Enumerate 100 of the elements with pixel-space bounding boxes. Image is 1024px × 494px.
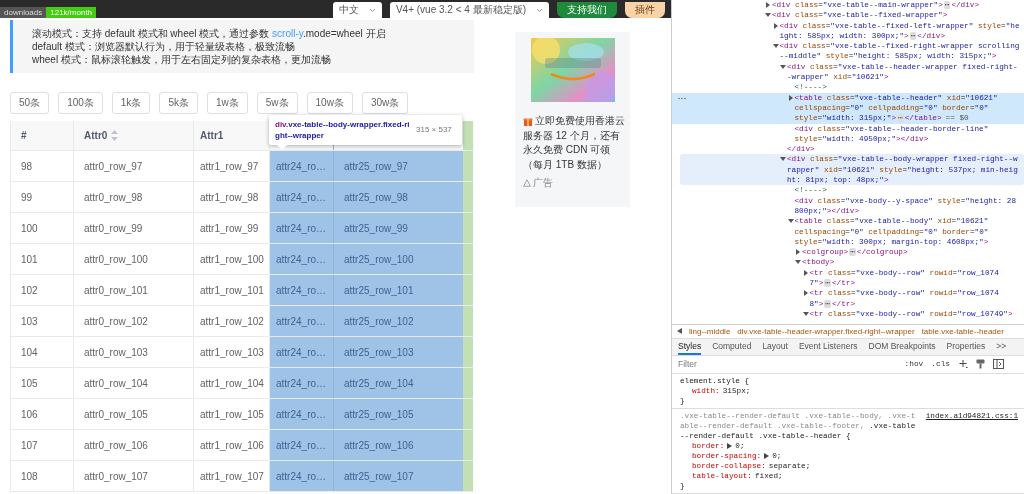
filter-field[interactable]: Filter [676, 359, 897, 370]
expand-triangle-icon[interactable] [787, 94, 794, 101]
table-cell: attr24_ro… [270, 461, 334, 491]
expand-triangle-icon[interactable] [787, 218, 794, 225]
breadcrumb-item[interactable]: div.vxe-table--header-wrapper.fixed-right--wrapper [737, 326, 915, 336]
padding-overlay [463, 151, 473, 181]
table-cell: attr24_ro… [270, 368, 334, 398]
expand-triangle-icon[interactable] [802, 310, 809, 317]
row-count-button[interactable]: 5w条 [256, 92, 298, 114]
expand-triangle-icon[interactable] [802, 269, 809, 276]
padding-overlay [463, 306, 473, 336]
tooltip-selector: div.vxe-table--body-wrapper.fixed-right--wrapper [275, 119, 410, 141]
table-cell: attr0_row_106 [74, 430, 194, 460]
chevron-down-icon [536, 7, 543, 13]
styles-pane-tab[interactable]: DOM Breakpoints [868, 339, 936, 355]
tooltip-size: 315 × 537 [416, 124, 452, 135]
row-count-button[interactable]: 100条 [58, 92, 103, 114]
sidebar-toggle-icon[interactable] [993, 359, 1004, 370]
padding-overlay [463, 461, 473, 491]
table-cell: 103 [11, 306, 74, 336]
info-text: default 模式：浏览器默认行为，用于轻量级表格，极致流畅 [32, 40, 296, 53]
table-cell: 102 [11, 275, 74, 305]
table-cell: attr24_ro… [270, 213, 334, 243]
downloads-label: downloads [0, 7, 47, 18]
table-cell: 105 [11, 368, 74, 398]
table-cell: 107 [11, 430, 74, 460]
downloads-count: 121k/month [46, 7, 97, 18]
table-cell: attr24_ro… [270, 399, 334, 429]
row-count-button[interactable]: 10w条 [306, 92, 353, 114]
styles-pane-tab[interactable]: Computed [712, 339, 752, 355]
styles-pane-tab[interactable]: Styles [678, 339, 702, 355]
breadcrumb-item[interactable]: table.vxe-table--header [921, 326, 1004, 336]
table-cell: attr0_row_105 [74, 399, 194, 429]
table-cell: 101 [11, 244, 74, 274]
styles-pane-tab[interactable]: Event Listeners [798, 339, 858, 355]
row-count-button[interactable]: 5k条 [159, 92, 198, 114]
row-count-button[interactable]: 30w条 [361, 92, 409, 114]
table-cell: attr0_row_101 [74, 275, 194, 305]
expand-triangle-icon[interactable] [772, 43, 779, 50]
table-cell: attr25_row_99 [334, 213, 463, 243]
column-header: # [11, 121, 74, 150]
padding-overlay [463, 430, 473, 460]
language-select[interactable]: V4+ (vue 3.2 < 4 最新稳定版) [389, 2, 549, 18]
table-cell: attr24_ro… [270, 306, 334, 336]
table-cell: attr0_row_103 [74, 337, 194, 367]
expand-triangle-icon[interactable] [772, 22, 779, 29]
language-select[interactable]: 中文 [332, 2, 382, 18]
plus-icon[interactable] [958, 359, 968, 370]
ad-label: 广告 [533, 176, 553, 190]
expand-triangle-icon[interactable] [802, 290, 809, 297]
table-cell: attr25_row_107 [334, 461, 463, 491]
expand-triangle-icon[interactable] [765, 12, 771, 19]
row-count-button[interactable]: 1w条 [206, 92, 248, 114]
expand-triangle-icon[interactable] [765, 2, 771, 8]
top-bar-button[interactable]: 插件 [625, 2, 665, 18]
scroll-left-icon[interactable] [677, 328, 682, 335]
styles-pane-tab[interactable]: Properties [946, 339, 986, 355]
padding-overlay [463, 368, 473, 398]
table-cell: 104 [11, 337, 74, 367]
table-cell: 99 [11, 182, 74, 212]
info-text: wheel 模式：鼠标滚轮触发，用于左右固定列的复杂表格，更加流畅 [32, 53, 332, 66]
table-cell: attr0_row_100 [74, 244, 194, 274]
table-cell: attr25_row_98 [334, 182, 463, 212]
column-header: Attr0 [74, 121, 194, 150]
table-cell: 106 [11, 399, 74, 429]
table-cell: attr24_ro… [270, 337, 334, 367]
padding-overlay [463, 275, 473, 305]
table-cell: 100 [11, 213, 74, 243]
padding-overlay [463, 213, 473, 243]
row-count-button[interactable]: 1k条 [111, 92, 151, 114]
table-cell: attr24_ro… [270, 275, 334, 305]
paint-brush-icon[interactable] [976, 359, 985, 370]
table-cell: attr0_row_99 [74, 213, 194, 243]
expand-triangle-icon[interactable] [780, 156, 786, 163]
table-cell: attr25_row_103 [334, 337, 463, 367]
expand-triangle-icon[interactable] [795, 259, 801, 266]
table-cell: attr24_ro… [270, 244, 334, 274]
table-cell: 108 [11, 461, 74, 491]
table-cell: attr25_row_100 [334, 244, 463, 274]
table-cell: attr25_row_104 [334, 368, 463, 398]
expand-triangle-icon[interactable] [780, 63, 786, 70]
table-cell: attr24_ro… [270, 182, 334, 212]
top-bar-button[interactable]: 支持我们 [557, 2, 617, 18]
styles-pane-tab[interactable]: >> [996, 339, 1007, 355]
padding-overlay [463, 244, 473, 274]
table-cell: attr25_row_97 [334, 151, 463, 181]
expand-triangle-icon[interactable] [795, 249, 801, 256]
table-cell: attr24_ro… [270, 151, 334, 181]
table-cell: 98 [11, 151, 74, 181]
row-count-button[interactable]: 50条 [10, 92, 50, 114]
expand-triangle-icon[interactable] [764, 453, 770, 459]
table-cell: attr0_row_104 [74, 368, 194, 398]
styles-pane-tab[interactable]: Layout [762, 339, 788, 355]
padding-overlay [463, 399, 473, 429]
chevron-down-icon [368, 7, 376, 13]
ad-description[interactable]: 立即免费使用香港云服务器 12 个月，还有永久免费 CDN 可领（每月 1TB 数据） [523, 114, 626, 172]
padding-overlay [463, 121, 473, 150]
breadcrumb-item[interactable]: ling--middle [689, 326, 731, 336]
table-cell: attr0_row_107 [74, 461, 194, 491]
expand-triangle-icon[interactable] [727, 443, 733, 449]
